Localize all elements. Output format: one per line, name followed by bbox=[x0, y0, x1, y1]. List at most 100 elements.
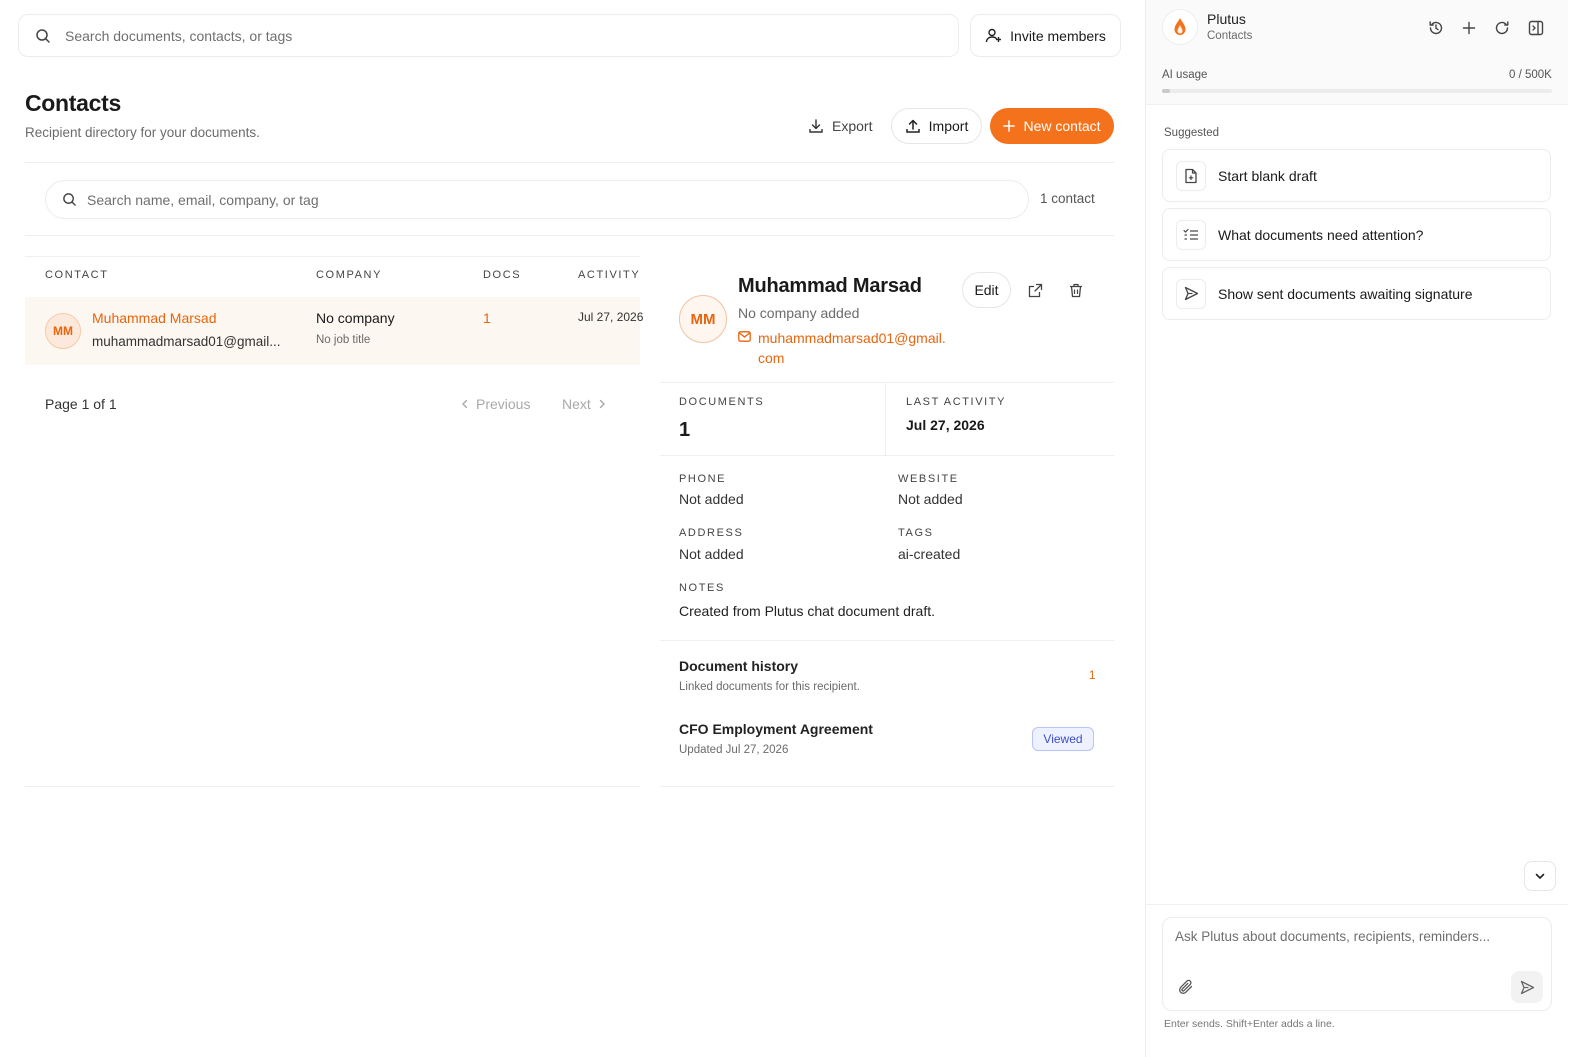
attach-button[interactable] bbox=[1171, 972, 1201, 1002]
import-button[interactable]: Import bbox=[891, 108, 982, 144]
export-label: Export bbox=[832, 118, 873, 134]
notes-label: NOTES bbox=[679, 582, 725, 594]
checklist-icon bbox=[1176, 219, 1206, 250]
trash-icon bbox=[1069, 283, 1083, 298]
ai-usage-bar-fill bbox=[1162, 89, 1170, 93]
invite-members-button[interactable]: Invite members bbox=[970, 14, 1121, 57]
notes-value: Created from Plutus chat document draft. bbox=[679, 603, 936, 619]
page-title: Contacts bbox=[25, 90, 122, 116]
external-link-icon bbox=[1028, 283, 1043, 298]
send-icon bbox=[1176, 278, 1206, 309]
search-icon bbox=[62, 192, 77, 207]
history-icon bbox=[1428, 20, 1444, 36]
suggestion-start-blank-draft[interactable]: Start blank draft bbox=[1162, 149, 1551, 202]
reset-chat-button[interactable] bbox=[1487, 13, 1517, 43]
column-header-docs: DOCS bbox=[483, 269, 522, 281]
invite-members-label: Invite members bbox=[1010, 27, 1106, 44]
detail-avatar: MM bbox=[679, 295, 727, 343]
plutus-logo bbox=[1162, 9, 1198, 45]
website-value: Not added bbox=[898, 491, 963, 507]
divider bbox=[660, 382, 1114, 383]
export-button[interactable]: Export bbox=[800, 108, 880, 144]
address-label: ADDRESS bbox=[679, 527, 744, 539]
ai-usage-value: 0 / 500K bbox=[1509, 69, 1552, 81]
upload-icon bbox=[905, 118, 921, 134]
table-row[interactable] bbox=[25, 297, 640, 365]
new-contact-label: New contact bbox=[1023, 118, 1101, 134]
plus-icon bbox=[1003, 120, 1016, 132]
phone-value: Not added bbox=[679, 491, 744, 507]
contact-activity: Jul 27, 2026 bbox=[578, 310, 644, 324]
suggestion-label: What documents need attention? bbox=[1218, 226, 1424, 243]
divider bbox=[25, 235, 1114, 236]
send-icon bbox=[1520, 980, 1535, 995]
divider bbox=[1146, 904, 1568, 905]
document-history-subtitle: Linked documents for this recipient. bbox=[679, 681, 860, 693]
sidebar-toggle-icon bbox=[1528, 20, 1544, 36]
download-icon bbox=[808, 118, 824, 134]
search-icon bbox=[35, 28, 51, 44]
refresh-icon bbox=[1494, 20, 1510, 36]
global-search-placeholder: Search documents, contacts, or tags bbox=[65, 27, 293, 44]
phone-label: PHONE bbox=[679, 473, 727, 485]
divider bbox=[660, 786, 1114, 787]
delete-contact-button[interactable] bbox=[1061, 275, 1091, 305]
document-history-count: 1 bbox=[1089, 670, 1096, 682]
column-header-contact: CONTACT bbox=[45, 269, 109, 281]
divider bbox=[660, 640, 1114, 641]
last-activity-value: Jul 27, 2026 bbox=[906, 417, 985, 433]
divider bbox=[25, 162, 1114, 163]
suggested-label: Suggested bbox=[1164, 127, 1219, 139]
contact-email: muhammadmarsad01@gmail... bbox=[92, 334, 281, 349]
global-search-input[interactable]: Search documents, contacts, or tags bbox=[18, 14, 959, 57]
assistant-context: Contacts bbox=[1207, 30, 1253, 42]
column-header-activity: ACTIVITY bbox=[578, 269, 641, 281]
status-badge: Viewed bbox=[1032, 727, 1094, 751]
previous-page-button[interactable]: Previous bbox=[460, 396, 530, 412]
contact-name-link[interactable]: Muhammad Marsad bbox=[92, 310, 217, 326]
address-value: Not added bbox=[679, 546, 744, 562]
open-external-button[interactable] bbox=[1020, 275, 1050, 305]
tags-label: TAGS bbox=[898, 527, 934, 539]
mail-icon bbox=[738, 331, 751, 342]
detail-company: No company added bbox=[738, 305, 860, 321]
chat-input-placeholder: Ask Plutus about documents, recipients, … bbox=[1175, 929, 1491, 944]
chevron-down-icon bbox=[1534, 870, 1546, 882]
plus-icon bbox=[1462, 21, 1476, 35]
collapse-panel-button[interactable] bbox=[1521, 13, 1551, 43]
next-page-button[interactable]: Next bbox=[562, 396, 607, 412]
suggestion-label: Show sent documents awaiting signature bbox=[1218, 285, 1473, 302]
chevron-left-icon bbox=[460, 399, 470, 409]
contact-docs-count[interactable]: 1 bbox=[483, 310, 491, 326]
avatar: MM bbox=[45, 313, 81, 349]
page-indicator: Page 1 of 1 bbox=[45, 396, 117, 412]
document-history-title: Document history bbox=[679, 658, 799, 674]
contact-count: 1 contact bbox=[1040, 191, 1095, 206]
suggestion-documents-attention[interactable]: What documents need attention? bbox=[1162, 208, 1551, 261]
scroll-down-button[interactable] bbox=[1524, 861, 1556, 891]
import-label: Import bbox=[928, 118, 969, 134]
documents-stat-label: DOCUMENTS bbox=[679, 396, 765, 408]
new-chat-button[interactable] bbox=[1454, 13, 1484, 43]
website-label: WEBSITE bbox=[898, 473, 959, 485]
detail-email-line-2: com bbox=[758, 350, 785, 366]
contact-search-input[interactable]: Search name, email, company, or tag bbox=[45, 180, 1029, 219]
new-contact-button[interactable]: New contact bbox=[990, 108, 1114, 144]
table-bottom-border bbox=[25, 786, 640, 787]
document-title-link[interactable]: CFO Employment Agreement bbox=[679, 721, 873, 737]
contact-search-placeholder: Search name, email, company, or tag bbox=[87, 191, 319, 208]
paperclip-icon bbox=[1178, 979, 1194, 995]
send-button[interactable] bbox=[1511, 971, 1543, 1003]
history-button[interactable] bbox=[1421, 13, 1451, 43]
tags-value: ai-created bbox=[898, 546, 961, 562]
page-subtitle: Recipient directory for your documents. bbox=[25, 125, 260, 140]
documents-stat-value: 1 bbox=[679, 419, 691, 441]
previous-label: Previous bbox=[476, 396, 531, 412]
detail-email-link[interactable]: muhammadmarsad01@gmail. com bbox=[758, 328, 946, 368]
edit-contact-button[interactable]: Edit bbox=[962, 272, 1011, 308]
ai-usage-label: AI usage bbox=[1162, 69, 1208, 81]
contact-job-title: No job title bbox=[316, 334, 371, 346]
suggestion-sent-awaiting-signature[interactable]: Show sent documents awaiting signature bbox=[1162, 267, 1551, 320]
document-updated: Updated Jul 27, 2026 bbox=[679, 744, 789, 756]
chevron-right-icon bbox=[597, 399, 607, 409]
